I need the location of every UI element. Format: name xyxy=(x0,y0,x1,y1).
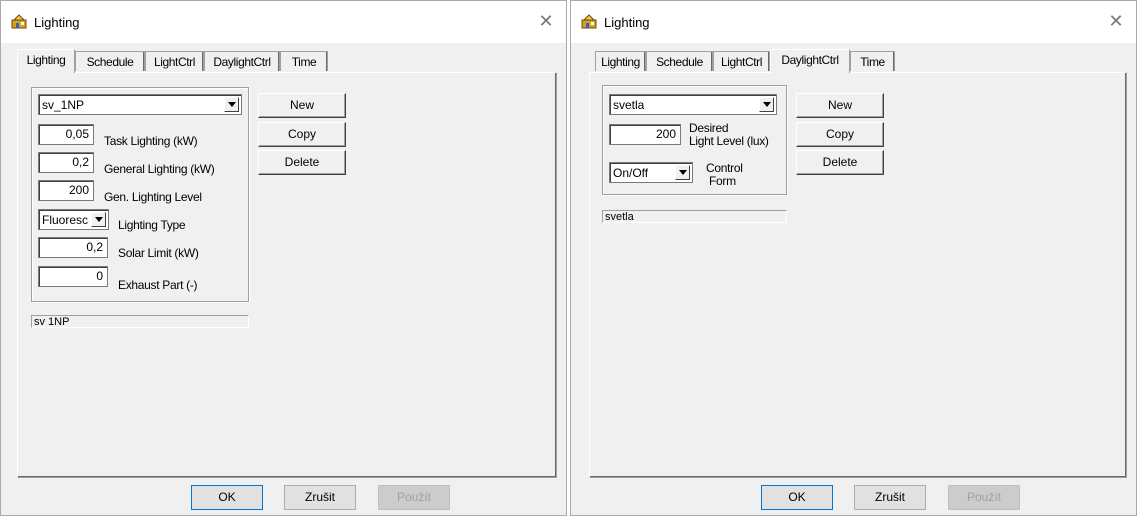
desired-light-level-input[interactable]: 200 xyxy=(609,124,681,145)
cancel-button[interactable]: Zrušit xyxy=(854,485,926,510)
tab-schedule[interactable]: Schedule xyxy=(75,51,145,71)
lighting-type-label: Lighting Type xyxy=(118,218,186,232)
ok-button[interactable]: OK xyxy=(191,485,263,510)
solar-limit-input[interactable]: 0,2 xyxy=(38,237,108,258)
new-button[interactable]: New xyxy=(258,93,346,118)
chevron-down-icon[interactable] xyxy=(224,97,239,112)
tab-lighting[interactable]: Lighting xyxy=(595,51,646,71)
tab-lightctrl[interactable]: LightCtrl xyxy=(713,51,770,71)
copy-button[interactable]: Copy xyxy=(258,122,346,147)
profile-select[interactable]: svetla xyxy=(609,94,777,115)
window-title: Lighting xyxy=(604,15,650,30)
desired-label: Desired xyxy=(689,121,729,135)
exhaust-part-label: Exhaust Part (-) xyxy=(118,278,198,292)
delete-button[interactable]: Delete xyxy=(258,150,346,175)
profile-select[interactable]: sv_1NP xyxy=(38,94,242,115)
copy-button[interactable]: Copy xyxy=(796,122,884,147)
tab-lighting[interactable]: Lighting xyxy=(17,49,75,73)
task-lighting-label: Task Lighting (kW) xyxy=(104,134,198,148)
tab-time[interactable]: Time xyxy=(280,51,328,71)
profile-select-value: sv_1NP xyxy=(42,98,85,112)
new-button[interactable]: New xyxy=(796,93,884,118)
form-label: Form xyxy=(709,174,736,188)
cancel-button[interactable]: Zrušit xyxy=(284,485,356,510)
title-bar[interactable]: Lighting ✕ xyxy=(571,1,1136,43)
window-title: Lighting xyxy=(34,15,80,30)
lighting-type-value: Fluoresc xyxy=(42,213,89,227)
control-form-value: On/Off xyxy=(613,166,649,180)
light-level-label: Light Level (lux) xyxy=(689,134,769,148)
general-lighting-label: General Lighting (kW) xyxy=(104,162,215,176)
general-lighting-input[interactable]: 0,2 xyxy=(38,152,94,173)
delete-button[interactable]: Delete xyxy=(796,150,884,175)
tab-schedule[interactable]: Schedule xyxy=(646,51,713,71)
control-label: Control xyxy=(706,161,743,175)
gen-lighting-level-input[interactable]: 200 xyxy=(38,180,94,201)
tab-daylightctrl[interactable]: DaylightCtrl xyxy=(770,49,850,73)
status-field: svetla xyxy=(602,210,787,223)
status-field: sv 1NP xyxy=(31,315,249,328)
task-lighting-input[interactable]: 0,05 xyxy=(38,124,94,145)
apply-button[interactable]: Použít xyxy=(378,485,450,510)
ok-button[interactable]: OK xyxy=(761,485,833,510)
app-icon xyxy=(11,14,27,29)
tab-lightctrl[interactable]: LightCtrl xyxy=(145,51,204,71)
solar-limit-label: Solar Limit (kW) xyxy=(118,246,199,260)
lighting-window-2: Lighting ✕ Lighting Schedule LightCtrl D… xyxy=(570,0,1137,516)
chevron-down-icon[interactable] xyxy=(675,165,690,180)
exhaust-part-input[interactable]: 0 xyxy=(38,266,108,287)
tab-time[interactable]: Time xyxy=(850,51,895,71)
control-form-select[interactable]: On/Off xyxy=(609,162,693,183)
chevron-down-icon[interactable] xyxy=(91,212,106,227)
tab-daylightctrl[interactable]: DaylightCtrl xyxy=(204,51,280,71)
gen-lighting-level-label: Gen. Lighting Level xyxy=(104,190,202,204)
close-icon[interactable]: ✕ xyxy=(536,11,556,31)
title-bar[interactable]: Lighting ✕ xyxy=(1,1,566,43)
apply-button[interactable]: Použít xyxy=(948,485,1020,510)
profile-select-value: svetla xyxy=(613,98,645,112)
chevron-down-icon[interactable] xyxy=(759,97,774,112)
app-icon xyxy=(581,14,597,29)
close-icon[interactable]: ✕ xyxy=(1106,11,1126,31)
lighting-type-select[interactable]: Fluoresc xyxy=(38,209,109,230)
lighting-window-1: Lighting ✕ Lighting Schedule LightCtrl D… xyxy=(0,0,567,516)
